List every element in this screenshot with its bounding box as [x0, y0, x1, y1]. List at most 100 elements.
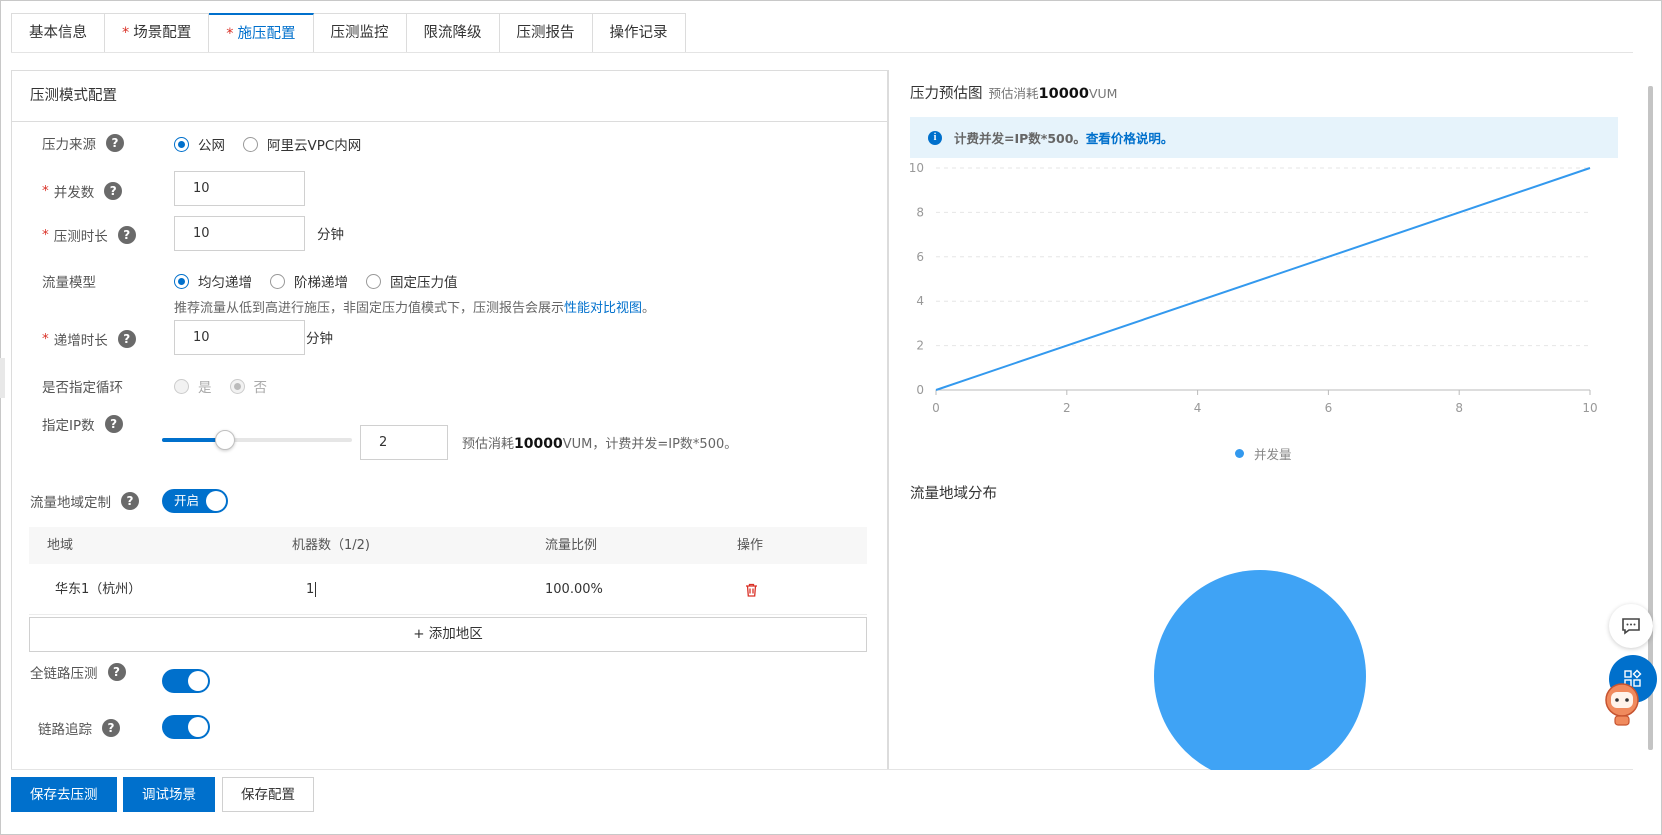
x-tick-label: 0 — [932, 401, 940, 415]
pie-slice[interactable] — [1154, 570, 1366, 770]
loop-label: 是否指定循环 — [42, 376, 123, 396]
ip-slider[interactable] — [162, 430, 352, 450]
x-tick-label: 8 — [1455, 401, 1463, 415]
required-mark: * — [42, 227, 49, 243]
radio-icon — [174, 136, 189, 152]
region-table: 地域 机器数（1/2) 流量比例 操作 华东1（杭州） 1​ 100.00% — [29, 527, 867, 615]
save-and-run-button[interactable]: 保存去压测 — [11, 777, 117, 812]
help-icon[interactable]: ? — [121, 492, 139, 510]
tracing-toggle[interactable] — [162, 715, 210, 739]
radio-loop-no[interactable]: 否 — [229, 376, 267, 396]
radio-label: 均匀递增 — [198, 275, 252, 291]
ip-count-input[interactable]: 2 — [360, 425, 448, 460]
panel-divider — [888, 70, 889, 770]
radio-label: 阶梯递增 — [294, 275, 348, 291]
concurrency-label: * 并发数? — [42, 181, 123, 201]
tab-label: 限流降级 — [423, 25, 482, 41]
radio-label: 是 — [198, 380, 212, 396]
region-distribution-title: 流量地域分布 — [910, 486, 997, 502]
help-icon[interactable]: ? — [107, 663, 126, 681]
tab-label: 操作记录 — [609, 25, 668, 41]
duration-label: * 压测时长? — [42, 225, 136, 245]
radio-vpc-network[interactable]: 阿里云VPC内网 — [243, 134, 361, 154]
table-row: 华东1（杭州） 1​ 100.00% — [29, 564, 867, 615]
sub-vum-value: 10000 — [1038, 86, 1089, 102]
bottom-divider — [11, 769, 1633, 770]
duration-input[interactable]: 10 — [174, 216, 305, 251]
tab-rate-limit[interactable]: 限流降级 — [406, 13, 500, 53]
tab-label: 施压配置 — [237, 26, 296, 42]
region-custom-label: 流量地域定制? — [30, 491, 139, 511]
y-tick-label: 10 — [909, 161, 924, 175]
series-line-concurrency — [935, 167, 1591, 391]
chat-float-button[interactable] — [1609, 604, 1653, 648]
radio-step-increase[interactable]: 阶梯递增 — [270, 271, 348, 291]
full-link-label: 全链路压测? — [30, 662, 126, 682]
help-icon[interactable]: ? — [117, 226, 136, 244]
radio-public-network[interactable]: 公网 — [174, 134, 225, 154]
collapse-handle[interactable] — [0, 358, 5, 398]
radio-label: 阿里云VPC内网 — [267, 138, 362, 154]
cell-machines[interactable]: 1​ — [284, 564, 539, 614]
trash-icon[interactable] — [745, 583, 758, 597]
concurrency-input[interactable]: 10 — [174, 171, 305, 206]
x-tick-label: 2 — [1063, 401, 1071, 415]
tab-operation-log[interactable]: 操作记录 — [592, 13, 686, 53]
table-header: 地域 机器数（1/2) 流量比例 操作 — [29, 527, 867, 564]
chart-legend[interactable]: 并发量 — [1235, 444, 1292, 463]
price-info-link[interactable]: 查看价格说明。 — [1086, 128, 1174, 147]
scrollbar[interactable] — [1648, 86, 1653, 750]
ramp-label: * 递增时长? — [42, 329, 136, 349]
help-icon[interactable]: ? — [104, 415, 123, 433]
tab-label: 基本信息 — [29, 25, 87, 41]
ramp-input[interactable]: 10 — [174, 320, 305, 355]
header-ratio: 流量比例 — [545, 538, 598, 553]
pressure-source-label: 压力来源? — [42, 133, 124, 153]
tab-pressure-config[interactable]: * 施压配置 — [209, 13, 314, 53]
radio-uniform-increase[interactable]: 均匀递增 — [174, 271, 252, 291]
save-config-button[interactable]: 保存配置 — [222, 777, 314, 812]
help-icon[interactable]: ? — [104, 182, 123, 200]
help-icon[interactable]: ? — [117, 330, 136, 348]
add-region-button[interactable]: + 添加地区 — [29, 617, 867, 652]
tab-monitoring[interactable]: 压测监控 — [313, 13, 407, 53]
debug-scene-button[interactable]: 调试场景 — [123, 777, 215, 812]
tab-label: 压测监控 — [330, 25, 389, 41]
radio-icon — [229, 378, 245, 394]
help-icon[interactable]: ? — [102, 719, 120, 737]
radio-icon — [270, 273, 285, 289]
slider-handle[interactable] — [214, 430, 235, 450]
header-actions: 操作 — [737, 538, 764, 553]
region-custom-toggle[interactable]: 开启 — [162, 489, 228, 513]
radio-fixed-pressure[interactable]: 固定压力值 — [366, 271, 458, 291]
tab-report[interactable]: 压测报告 — [499, 13, 593, 53]
tab-scene-config[interactable]: * 场景配置 — [105, 13, 210, 53]
label-text: 流量地域定制 — [30, 495, 111, 511]
radio-label: 固定压力值 — [390, 275, 458, 291]
legend-dot — [1235, 449, 1244, 458]
traffic-model-label: 流量模型 — [42, 271, 96, 291]
x-tick-label: 6 — [1325, 401, 1333, 415]
cell-ratio: 100.00% — [545, 582, 603, 597]
region-pie-chart — [1150, 570, 1370, 770]
radio-icon — [243, 136, 258, 152]
radio-loop-yes[interactable]: 是 — [174, 376, 212, 396]
tab-basic-info[interactable]: 基本信息 — [11, 13, 105, 53]
label-text: 链路追踪 — [38, 722, 92, 738]
tab-label: 场景配置 — [133, 25, 192, 41]
toggle-knob — [188, 717, 208, 737]
y-tick-label: 8 — [916, 205, 924, 219]
notice-text: 计费并发=IP数*500。 — [954, 131, 1086, 146]
pressure-source-radios: 公网 阿里云VPC内网 — [174, 134, 379, 154]
toggle-knob — [188, 671, 208, 691]
performance-compare-link[interactable]: 性能对比视图 — [564, 301, 642, 316]
full-link-toggle[interactable] — [162, 669, 210, 693]
loop-radios: 是 否 — [174, 376, 285, 396]
help-icon[interactable]: ? — [106, 134, 124, 152]
tracing-label: 链路追踪? — [38, 718, 120, 738]
note-vum-value: 10000 — [514, 436, 563, 452]
y-tick-label: 6 — [916, 250, 924, 264]
panel-title: 压测模式配置 — [12, 71, 887, 122]
assistant-robot-icon[interactable] — [1600, 680, 1644, 728]
sub-text: 预估消耗 — [988, 86, 1039, 101]
